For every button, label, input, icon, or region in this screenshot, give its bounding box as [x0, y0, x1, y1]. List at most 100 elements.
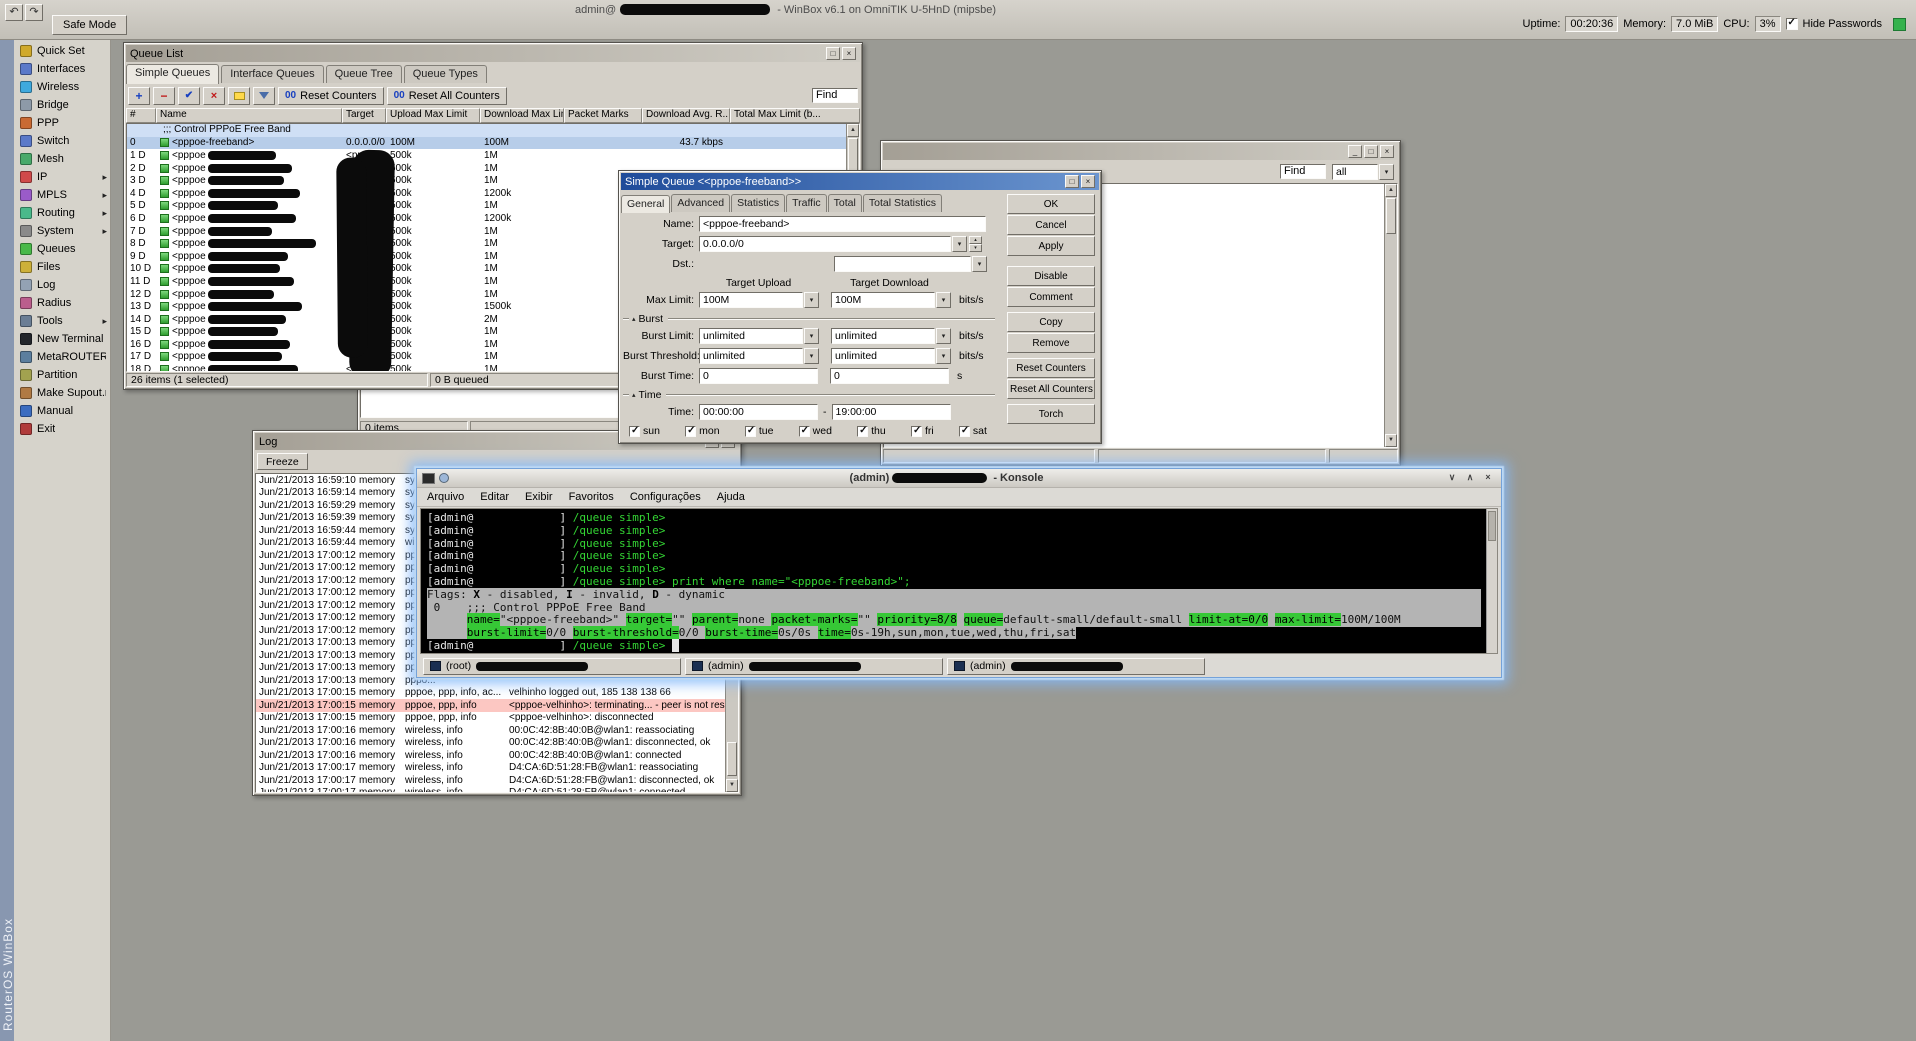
close-button[interactable]: × [1081, 175, 1095, 188]
dropdown-button[interactable]: ▾ [936, 328, 951, 344]
queue-group-row[interactable]: ;;; Control PPPoE Free Band [127, 124, 846, 137]
sidebar-item[interactable]: Partition [14, 366, 110, 384]
menu-item[interactable]: Favoritos [569, 491, 614, 503]
window-b-titlebar[interactable]: _ □ × [883, 143, 1398, 160]
dialog-tab[interactable]: Total [828, 194, 862, 212]
safe-mode-button[interactable]: Safe Mode [52, 15, 127, 35]
maximize-button[interactable]: □ [1364, 145, 1378, 158]
scroll-down-button[interactable]: ▼ [1385, 434, 1397, 447]
window-b-scrollbar[interactable]: ▲ ▼ [1384, 184, 1397, 447]
day-checkbox[interactable]: ✓ wed [799, 425, 832, 437]
terminal-scrollbar[interactable] [1486, 509, 1497, 653]
sidebar-item[interactable]: Manual [14, 402, 110, 420]
sidebar-item[interactable]: IP ▸ [14, 168, 110, 186]
menu-item[interactable]: Arquivo [427, 491, 464, 503]
name-input[interactable]: <pppoe-freeband> [699, 216, 986, 232]
queue-list-titlebar[interactable]: Queue List □ × [126, 45, 860, 62]
queue-row[interactable]: 1 D <pppoe <pppoe-... 500k 1M [127, 149, 846, 162]
sidebar-item[interactable]: Bridge [14, 96, 110, 114]
konsole-titlebar[interactable]: (admin) - Konsole ∨ ∧ × [417, 469, 1501, 488]
find-input[interactable]: Find [1280, 164, 1326, 179]
undo-button[interactable]: ↶ [5, 4, 23, 21]
dialog-tab[interactable]: Traffic [786, 194, 827, 212]
sidebar-item[interactable]: Switch [14, 132, 110, 150]
sidebar-item[interactable]: Log [14, 276, 110, 294]
burst-time-upload-input[interactable]: 0 [699, 368, 818, 384]
scroll-down-button[interactable]: ▼ [726, 779, 738, 792]
sidebar-item[interactable]: MPLS ▸ [14, 186, 110, 204]
sidebar-item[interactable]: Exit [14, 420, 110, 438]
reset-all-counters-button[interactable]: 00 Reset All Counters [387, 87, 507, 105]
sidebar-item[interactable]: Queues [14, 240, 110, 258]
queue-row[interactable]: 0 <pppoe-freeband> 0.0.0.0/0 100M 100M 4… [127, 137, 846, 150]
log-row[interactable]: Jun/21/2013 17:00:17 memory wireless, in… [256, 787, 725, 794]
dialog-tab[interactable]: General [621, 195, 670, 213]
dialog-tab[interactable]: Statistics [731, 194, 785, 212]
day-checkbox[interactable]: ✓ sat [959, 425, 987, 437]
dialog-action-button[interactable]: Copy [1007, 312, 1095, 332]
minimize-button[interactable]: _ [1348, 145, 1362, 158]
dialog-action-button[interactable]: Disable [1007, 266, 1095, 286]
log-row[interactable]: Jun/21/2013 17:00:17 memory wireless, in… [256, 774, 725, 787]
filter-button[interactable] [253, 87, 275, 105]
menu-item[interactable]: Configurações [630, 491, 701, 503]
sidebar-item[interactable]: New Terminal [14, 330, 110, 348]
disable-button[interactable]: × [203, 87, 225, 105]
log-row[interactable]: Jun/21/2013 17:00:16 memory wireless, in… [256, 724, 725, 737]
rollup-button[interactable]: □ [826, 47, 840, 60]
target-input[interactable]: 0.0.0.0/0 [699, 236, 951, 252]
close-button[interactable]: × [842, 47, 856, 60]
hide-passwords-checkbox[interactable]: ✓ [1786, 18, 1798, 30]
scroll-up-button[interactable]: ▲ [1385, 184, 1397, 197]
sidebar-item[interactable]: Files [14, 258, 110, 276]
sidebar-item[interactable]: System ▸ [14, 222, 110, 240]
day-checkbox[interactable]: ✓ thu [857, 425, 886, 437]
dialog-action-button[interactable]: Reset All Counters [1007, 379, 1095, 399]
find-input[interactable]: Find [812, 88, 858, 103]
column-header[interactable]: Download Avg. R... [642, 108, 730, 123]
column-header[interactable]: Target [342, 108, 386, 123]
sidebar-item[interactable]: PPP [14, 114, 110, 132]
dropdown-button[interactable]: ▾ [936, 348, 951, 364]
spin-up-icon[interactable]: ▴ [969, 236, 982, 244]
column-header[interactable]: Download Max Limit [480, 108, 564, 123]
time-to-input[interactable]: 19:00:00 [832, 404, 951, 420]
enable-button[interactable]: ✔ [178, 87, 200, 105]
burst-limit-upload-input[interactable]: unlimited [699, 328, 803, 344]
konsole-tab[interactable]: (admin) [947, 658, 1205, 675]
sidebar-item[interactable]: Routing ▸ [14, 204, 110, 222]
burst-limit-download-input[interactable]: unlimited [831, 328, 935, 344]
burst-section-header[interactable]: ▴ Burst [623, 312, 995, 325]
dialog-action-button[interactable]: Remove [1007, 333, 1095, 353]
dst-input[interactable] [834, 256, 971, 272]
sidebar-item[interactable]: Interfaces [14, 60, 110, 78]
dialog-action-button[interactable]: Torch [1007, 404, 1095, 424]
menu-item[interactable]: Ajuda [717, 491, 745, 503]
redo-button[interactable]: ↷ [25, 4, 43, 21]
dialog-action-button[interactable]: Apply [1007, 236, 1095, 256]
day-checkbox[interactable]: ✓ sun [629, 425, 660, 437]
remove-button[interactable]: − [153, 87, 175, 105]
target-add-remove-spinner[interactable]: ▴ ▾ [969, 236, 982, 252]
dropdown-button[interactable]: ▾ [804, 328, 819, 344]
dialog-action-button[interactable]: Cancel [1007, 215, 1095, 235]
column-header[interactable]: Packet Marks [564, 108, 642, 123]
close-button[interactable]: × [1480, 471, 1496, 485]
log-row[interactable]: Jun/21/2013 17:00:15 memory pppoe, ppp, … [256, 699, 725, 712]
menu-item[interactable]: Editar [480, 491, 509, 503]
maximize-button[interactable]: ∧ [1462, 471, 1478, 485]
queue-tab[interactable]: Simple Queues [126, 64, 219, 84]
dropdown-button[interactable]: ▾ [804, 292, 819, 308]
sidebar-item[interactable]: Radius [14, 294, 110, 312]
sidebar-item[interactable]: Mesh [14, 150, 110, 168]
log-row[interactable]: Jun/21/2013 17:00:15 memory pppoe, ppp, … [256, 687, 725, 700]
burst-time-download-input[interactable]: 0 [830, 368, 949, 384]
menu-item[interactable]: Exibir [525, 491, 553, 503]
dropdown-button[interactable]: ▾ [936, 292, 951, 308]
log-row[interactable]: Jun/21/2013 17:00:16 memory wireless, in… [256, 749, 725, 762]
log-row[interactable]: Jun/21/2013 17:00:16 memory wireless, in… [256, 737, 725, 750]
day-checkbox[interactable]: ✓ tue [745, 425, 774, 437]
log-row[interactable]: Jun/21/2013 17:00:17 memory wireless, in… [256, 762, 725, 775]
reset-counters-button[interactable]: 00 Reset Counters [278, 87, 384, 105]
column-header[interactable]: Upload Max Limit [386, 108, 480, 123]
